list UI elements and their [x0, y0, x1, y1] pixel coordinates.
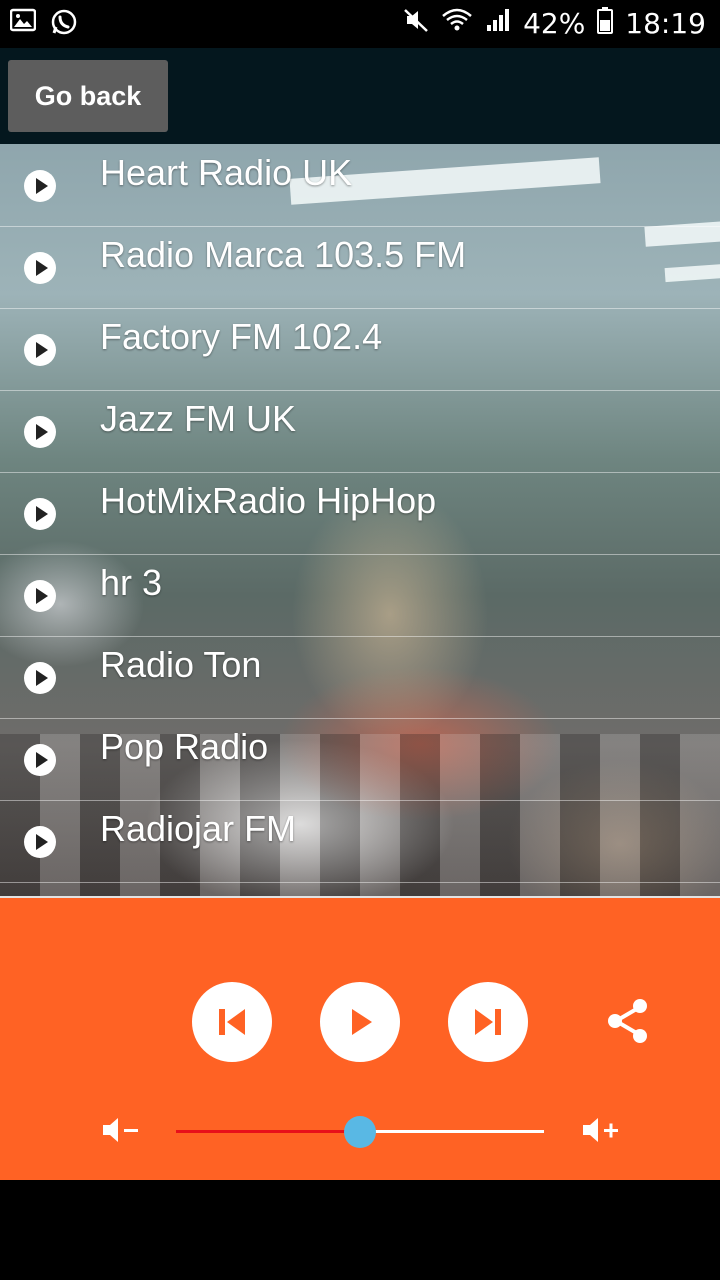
- play-button[interactable]: [320, 982, 400, 1062]
- play-icon: [24, 580, 56, 612]
- station-row[interactable]: Radio Ton: [0, 636, 720, 719]
- play-icon: [24, 334, 56, 366]
- status-bar: 42% 18:19: [0, 0, 720, 48]
- play-icon: [24, 252, 56, 284]
- wifi-icon: [441, 7, 473, 40]
- station-row[interactable]: Heart Radio UK: [0, 144, 720, 227]
- station-name: HotMixRadio HipHop: [100, 480, 437, 521]
- station-row[interactable]: Factory FM 102.4: [0, 308, 720, 391]
- volume-slider-thumb[interactable]: [344, 1116, 376, 1148]
- station-name: Pop Radio: [100, 726, 269, 767]
- play-icon: [352, 1009, 372, 1035]
- volume-slider-fill: [176, 1130, 360, 1133]
- play-icon: [24, 498, 56, 530]
- share-button[interactable]: [604, 996, 652, 1051]
- station-row[interactable]: Radio Marca 103.5 FM: [0, 226, 720, 309]
- station-name: Radio Marca 103.5 FM: [100, 234, 467, 275]
- station-name: Radiojar FM: [100, 808, 297, 849]
- station-name: hr 3: [100, 562, 163, 603]
- navigation-area: [0, 1180, 720, 1280]
- whatsapp-icon: [50, 8, 78, 41]
- battery-percent: 42%: [523, 7, 586, 40]
- player-panel: [0, 896, 720, 1180]
- station-row[interactable]: Radiojar FM: [0, 800, 720, 883]
- gallery-icon: [9, 8, 37, 41]
- battery-icon: [597, 6, 614, 41]
- previous-button[interactable]: [192, 982, 272, 1062]
- station-name: Factory FM 102.4: [100, 316, 383, 357]
- signal-icon: [485, 7, 511, 40]
- play-icon: [24, 170, 56, 202]
- play-icon: [24, 416, 56, 448]
- volume-up-icon[interactable]: [580, 1114, 622, 1151]
- station-list: Heart Radio UK Radio Marca 103.5 FM Factor…: [0, 144, 720, 896]
- station-name: Jazz FM UK: [100, 398, 297, 439]
- volume-down-icon[interactable]: [100, 1114, 142, 1151]
- play-icon: [24, 662, 56, 694]
- station-row[interactable]: hr 3: [0, 554, 720, 637]
- clock: 18:19: [625, 7, 706, 40]
- play-icon: [24, 744, 56, 776]
- header-bar: Go back: [0, 48, 720, 144]
- station-name: Radio Ton: [100, 644, 262, 685]
- station-row[interactable]: Jazz FM UK: [0, 390, 720, 473]
- previous-icon: [219, 1009, 245, 1035]
- mute-icon: [403, 7, 429, 40]
- station-name: Heart Radio UK: [100, 152, 353, 193]
- station-row[interactable]: Pop Radio: [0, 718, 720, 801]
- next-button[interactable]: [448, 982, 528, 1062]
- next-icon: [475, 1009, 501, 1035]
- station-row[interactable]: HotMixRadio HipHop: [0, 472, 720, 555]
- go-back-button[interactable]: Go back: [8, 60, 168, 132]
- share-icon: [608, 999, 647, 1043]
- play-icon: [24, 826, 56, 858]
